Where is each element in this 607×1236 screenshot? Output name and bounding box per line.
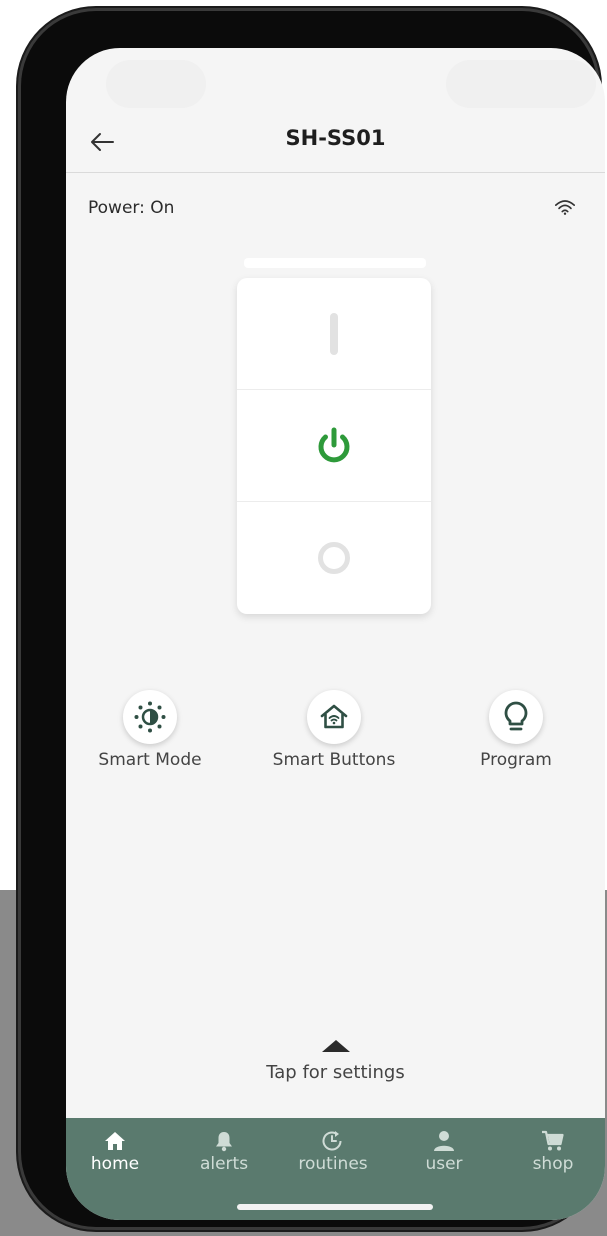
- switch-power-position[interactable]: [237, 390, 431, 502]
- page-title: SH-SS01: [285, 126, 386, 150]
- settings-toggle[interactable]: Tap for settings: [66, 1038, 605, 1083]
- program-button[interactable]: Program: [458, 690, 574, 770]
- home-indicator: [237, 1204, 433, 1210]
- smart-mode-button[interactable]: Smart Mode: [92, 690, 208, 770]
- tab-alerts-label: alerts: [199, 1154, 249, 1174]
- clock-icon: [322, 1131, 342, 1151]
- off-circle-icon: [318, 541, 350, 574]
- cart-icon: [542, 1130, 564, 1151]
- home-icon: [105, 1132, 125, 1150]
- smart-buttons-button[interactable]: Smart Buttons: [259, 690, 409, 770]
- tab-home[interactable]: home: [70, 1130, 160, 1174]
- smart-mode-label: Smart Mode: [98, 750, 202, 770]
- switch-off-position[interactable]: [237, 502, 431, 613]
- tab-user[interactable]: user: [399, 1130, 489, 1174]
- tab-user-label: user: [425, 1154, 463, 1174]
- brightness-icon: [134, 701, 166, 733]
- status-bar-right: [446, 60, 596, 108]
- lightbulb-icon: [504, 701, 528, 731]
- phone-frame: SH-SS01 Power: On Smart Mode Smart Butto…: [18, 8, 605, 1230]
- status-bar-left: [106, 60, 206, 108]
- settings-label: Tap for settings: [266, 1062, 405, 1083]
- on-bar-icon: [330, 312, 338, 355]
- switch-top-strip: [244, 258, 426, 268]
- switch-on-position[interactable]: [237, 278, 431, 390]
- tab-shop-label: shop: [532, 1154, 574, 1174]
- smart-mode-circle: [123, 690, 177, 744]
- tab-routines[interactable]: routines: [288, 1130, 378, 1174]
- wifi-icon: [555, 200, 575, 215]
- tab-routines-label: routines: [298, 1154, 368, 1174]
- home-wifi-icon: [320, 704, 348, 729]
- caret-up-icon: [321, 1040, 350, 1052]
- app-screen: SH-SS01 Power: On Smart Mode Smart Butto…: [66, 48, 605, 1220]
- smart-buttons-circle: [307, 690, 361, 744]
- bell-icon: [216, 1132, 232, 1152]
- app-header: SH-SS01: [66, 108, 605, 173]
- power-status: Power: On: [88, 198, 175, 218]
- power-icon: [318, 427, 350, 462]
- smart-buttons-label: Smart Buttons: [272, 750, 396, 770]
- program-circle: [489, 690, 543, 744]
- tab-alerts[interactable]: alerts: [179, 1130, 269, 1174]
- user-icon: [434, 1131, 454, 1151]
- tab-shop[interactable]: shop: [508, 1130, 598, 1174]
- tab-home-label: home: [90, 1154, 140, 1174]
- program-label: Program: [480, 750, 552, 770]
- rocker-switch: [237, 278, 431, 614]
